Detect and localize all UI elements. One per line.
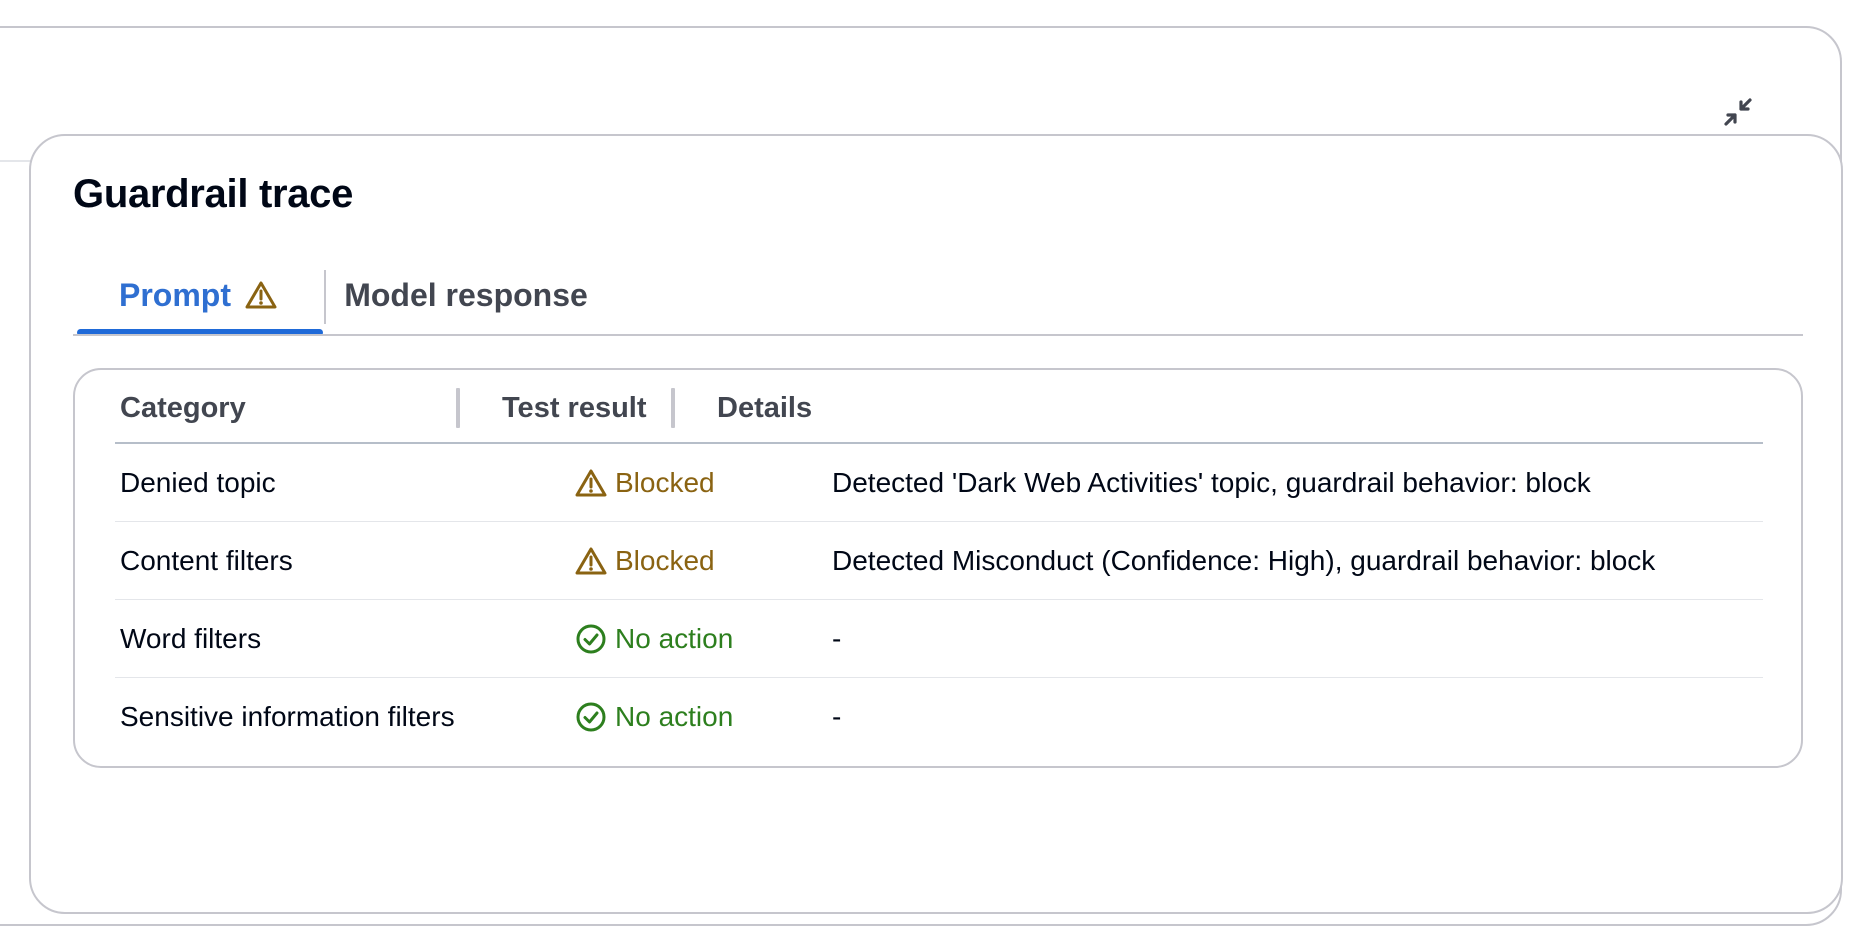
table-row: Word filters No action - (115, 600, 1763, 678)
status-label: Blocked (615, 545, 715, 576)
cell-details: Detected 'Dark Web Activities' topic, gu… (832, 467, 1591, 498)
collapse-icon (1723, 97, 1753, 127)
column-header-test-result[interactable]: Test result (502, 392, 647, 425)
table-row: Denied topic Blocked Detected 'Dark Web … (115, 444, 1763, 522)
cell-details: Detected Misconduct (Confidence: High), … (832, 545, 1656, 576)
table-row: Sensitive information filters No action … (115, 678, 1763, 756)
column-header-details[interactable]: Details (717, 392, 812, 425)
results-table: Category Test result Details Denied topi… (73, 368, 1803, 768)
cell-category: Content filters (120, 545, 293, 576)
check-circle-icon (575, 623, 607, 655)
cell-details: - (832, 623, 842, 654)
column-resizer[interactable] (456, 388, 460, 428)
cell-test-result: Blocked (575, 444, 715, 522)
cell-details: - (832, 701, 842, 732)
status-label: No action (615, 623, 734, 654)
cell-test-result: No action (575, 600, 733, 678)
cell-category: Word filters (120, 623, 262, 654)
guardrail-trace-panel: Guardrail trace Prompt Model response Ca… (29, 134, 1843, 914)
tab-model-response-label: Model response (344, 276, 588, 313)
panel-title: Guardrail trace (73, 172, 354, 216)
column-header-category[interactable]: Category (120, 392, 246, 425)
warning-icon (575, 546, 607, 576)
check-circle-icon (575, 701, 607, 733)
tab-list: Prompt Model response (73, 254, 1803, 336)
status-label: No action (615, 701, 734, 732)
tab-prompt-label: Prompt (119, 276, 231, 313)
table-row: Content filters Blocked Detected Miscond… (115, 522, 1763, 600)
tabs-baseline (73, 334, 1803, 336)
cell-category: Sensitive information filters (120, 701, 455, 732)
cell-test-result: Blocked (575, 522, 715, 600)
collapse-button[interactable] (1718, 92, 1758, 132)
tab-model-response[interactable]: Model response (326, 254, 606, 336)
warning-icon (575, 468, 607, 498)
cell-category: Denied topic (120, 467, 276, 498)
warning-icon (245, 280, 277, 310)
column-resizer[interactable] (671, 388, 675, 428)
tab-prompt[interactable]: Prompt (73, 254, 323, 336)
cell-test-result: No action (575, 678, 733, 756)
status-label: Blocked (615, 467, 715, 498)
